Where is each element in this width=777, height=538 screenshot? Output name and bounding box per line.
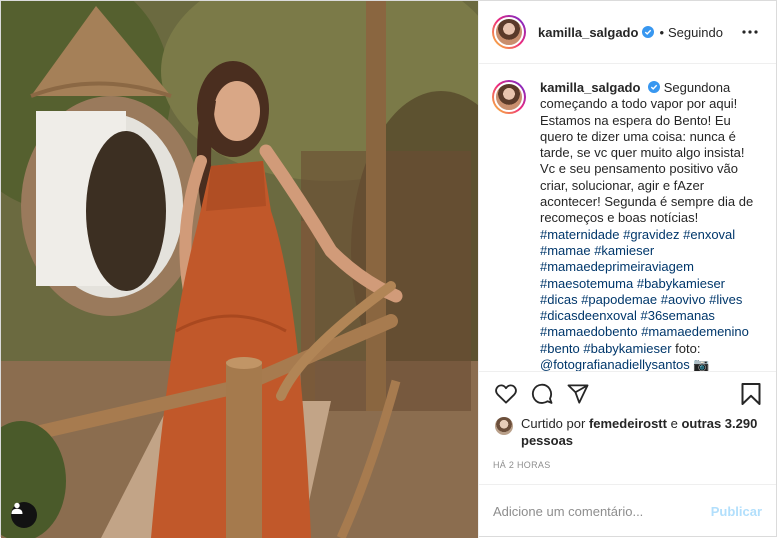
hashtag-link[interactable]: #babykamieser [637,276,725,291]
hashtag-link[interactable]: #mamaedemenino [641,324,749,339]
post-photo[interactable] [1,1,478,538]
hashtag-link[interactable]: #kamieser [594,243,654,258]
save-button[interactable] [738,381,764,407]
liker-username[interactable]: femedeirostt [589,416,667,431]
likes-connector: e [670,416,678,431]
post-container: kamilla_salgado • Seguindo kamilla_salga… [0,0,777,538]
hashtag-link[interactable]: #aovivo [661,292,706,307]
caption-author-avatar-image [494,82,524,112]
hashtag-link[interactable]: #maesotemuma [540,276,633,291]
post-side-panel: kamilla_salgado • Seguindo kamilla_salga… [478,1,776,538]
post-timestamp[interactable]: HÁ 2 HORAS [493,460,776,470]
caption-hashtags: #maternidade #gravidez #enxoval #mamae #… [540,227,749,356]
bookmark-icon [741,383,761,405]
likes-summary: Curtido por femedeirostt e outras 3.290 … [479,416,776,449]
likes-text: Curtido por femedeirostt e outras 3.290 … [521,416,762,449]
user-tag-icon [11,502,23,514]
action-bar [479,372,776,416]
post-header: kamilla_salgado • Seguindo [479,1,776,64]
comment-icon [531,383,553,404]
header-separator: • [659,24,665,40]
author-username[interactable]: kamilla_salgado [538,25,638,40]
more-options-icon [742,30,758,34]
hashtag-link[interactable]: #dicasdeenxoval [540,308,637,323]
hashtag-link[interactable]: #dicas [540,292,578,307]
hashtag-link[interactable]: #enxoval [683,227,735,242]
comment-button[interactable] [529,381,555,407]
user-tag-button[interactable] [11,502,37,528]
likes-prefix: Curtido por [521,416,586,431]
paper-plane-icon [567,384,589,404]
caption-text: Segundona começando a todo vapor por aqu… [540,80,754,226]
author-avatar-image [494,17,524,47]
share-button[interactable] [565,381,591,407]
photo-credit-handle[interactable]: @fotografianadiellysantos [540,357,690,371]
verified-badge-icon [642,26,655,38]
hashtag-link[interactable]: #bento [540,341,580,356]
comment-box: Publicar [479,484,776,538]
hashtag-link[interactable]: #maternidade [540,227,620,242]
author-avatar[interactable] [492,15,526,49]
hashtag-link[interactable]: #babykamieser [583,341,671,356]
caption-author-avatar[interactable] [492,80,526,114]
following-button[interactable]: Seguindo [668,25,723,40]
more-options-button[interactable] [738,20,762,44]
caption-username[interactable]: kamilla_salgado [540,80,640,95]
hashtag-link[interactable]: #36semanas [640,308,714,323]
publish-button[interactable]: Publicar [711,504,762,519]
caption-row: kamilla_salgado Segundona começando a to… [492,80,762,372]
comment-input[interactable] [493,504,711,519]
post-photo-illustration [1,1,478,538]
hashtag-link[interactable]: #mamae [540,243,591,258]
hashtag-link[interactable]: #lives [709,292,742,307]
like-button[interactable] [493,381,519,407]
photo-credit-label: foto: [675,340,701,356]
hashtag-link[interactable]: #papodemae [581,292,657,307]
caption-body: kamilla_salgado Segundona começando a to… [540,80,755,372]
liker-avatar[interactable] [495,417,513,435]
heart-icon [495,384,517,404]
hashtag-link[interactable]: #gravidez [623,227,679,242]
hashtag-link[interactable]: #mamaedobento [540,324,638,339]
comments-section: kamilla_salgado Segundona começando a to… [479,64,776,372]
verified-badge-icon [648,81,661,93]
hashtag-link[interactable]: #mamaedeprimeiraviagem [540,259,694,274]
camera-emoji-icon: 📷 [693,357,710,372]
